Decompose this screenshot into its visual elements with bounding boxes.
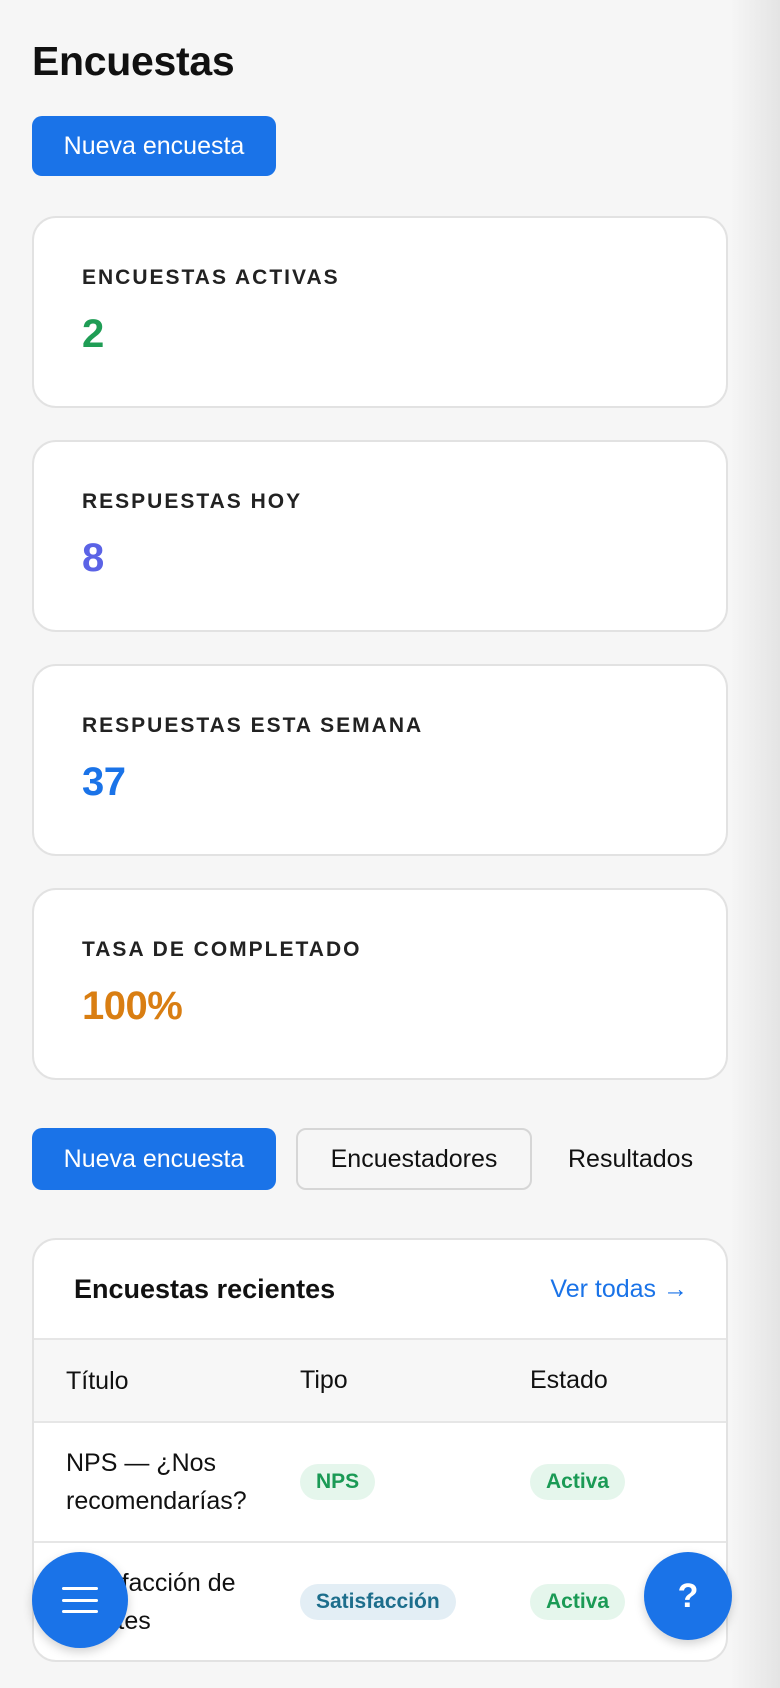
recent-surveys-title: Encuestas recientes [74,1273,336,1304]
recent-surveys-card: Encuestas recientes Ver todas → Título T… [32,1238,728,1662]
tab-results[interactable]: Resultados [552,1128,709,1190]
new-survey-button[interactable]: Nueva encuesta [32,116,276,176]
table-row[interactable]: Satisfacción de clientes Satisfacción Ac… [34,1542,726,1660]
stat-label: RESPUESTAS HOY [82,490,303,513]
recent-surveys-header: Encuestas recientes Ver todas → [34,1240,726,1340]
type-badge: Satisfacción [300,1584,456,1620]
stat-value: 100% [82,984,183,1028]
action-tabs: Nueva encuesta Encuestadores Resultados [32,1128,709,1190]
stat-value: 2 [82,312,104,356]
see-all-link[interactable]: Ver todas → [550,1275,688,1304]
page: Encuestas Nueva encuesta ENCUESTAS ACTIV… [0,0,780,1688]
help-fab-button[interactable]: ? [644,1552,732,1640]
recent-surveys-table: Título Tipo Estado NPS — ¿Nos recomendar… [34,1340,726,1660]
right-edge-shade [730,0,780,1688]
menu-fab-button[interactable] [32,1552,128,1648]
tab-new-survey[interactable]: Nueva encuesta [32,1128,276,1190]
survey-title[interactable]: NPS — ¿Nos recomendarías? [34,1422,300,1542]
status-badge: Activa [530,1584,626,1620]
table-header-row: Título Tipo Estado [34,1340,726,1422]
table-row[interactable]: NPS — ¿Nos recomendarías? NPS Activa [34,1422,726,1542]
stat-card-responses-week: RESPUESTAS ESTA SEMANA 37 [32,664,728,856]
column-header-type: Tipo [300,1366,348,1394]
stat-value: 8 [82,536,104,580]
column-header-title: Título [66,1366,129,1395]
column-header-status: Estado [530,1366,608,1394]
page-title: Encuestas [32,38,235,84]
stat-card-completion-rate: TASA DE COMPLETADO 100% [32,888,728,1080]
stat-label: TASA DE COMPLETADO [82,938,362,961]
menu-icon [62,1587,98,1613]
tab-pollsters[interactable]: Encuestadores [296,1128,532,1190]
status-badge: Activa [530,1464,626,1500]
stat-card-responses-today: RESPUESTAS HOY 8 [32,440,728,632]
stat-label: RESPUESTAS ESTA SEMANA [82,714,424,737]
stat-value: 37 [82,760,126,804]
stat-label: ENCUESTAS ACTIVAS [82,266,340,289]
stat-card-active-surveys: ENCUESTAS ACTIVAS 2 [32,216,728,408]
help-icon: ? [677,1576,699,1615]
type-badge: NPS [300,1464,376,1500]
